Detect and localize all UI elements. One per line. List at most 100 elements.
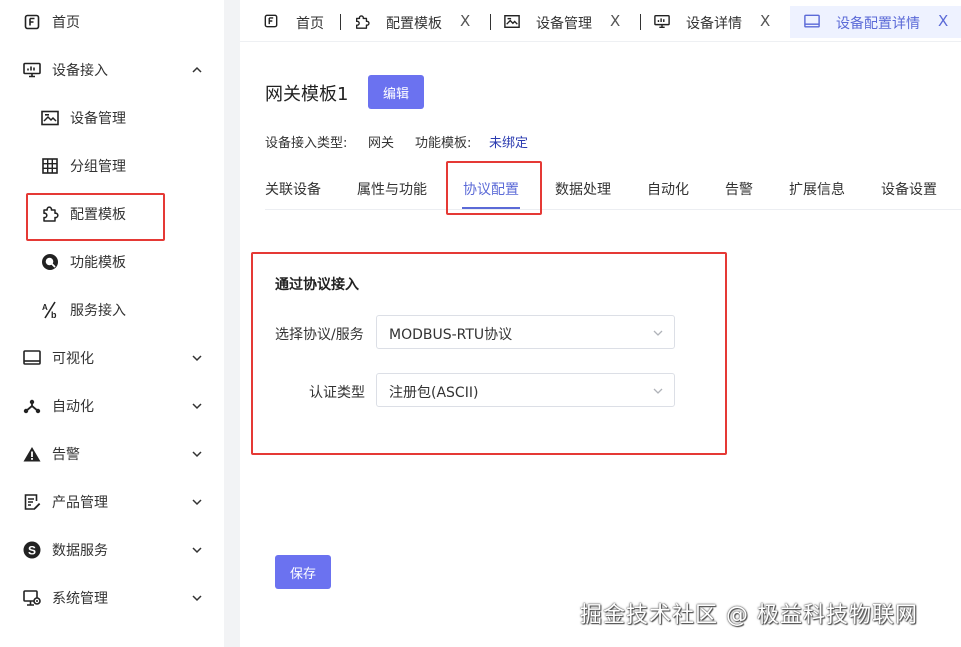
sidebar-item-automation[interactable]: 自动化 xyxy=(0,386,224,426)
save-button[interactable]: 保存 xyxy=(275,555,331,589)
protocol-select[interactable]: MODBUS-RTU协议 xyxy=(376,315,675,349)
sidebar-item-label: 告警 xyxy=(52,447,80,463)
sidebar-item-label: 数据服务 xyxy=(52,543,108,559)
chevron-down-icon xyxy=(652,385,664,397)
monitor-icon xyxy=(654,14,670,30)
tab-separator xyxy=(640,14,641,30)
sidebar-item-label: 配置模板 xyxy=(70,207,126,223)
sidebar-item-visualization[interactable]: 可视化 xyxy=(0,338,224,378)
monitor-icon xyxy=(22,60,42,80)
sidebar-item-group-management[interactable]: 分组管理 xyxy=(0,146,224,186)
detail-tabs: 关联设备 属性与功能 协议配置 数据处理 自动化 告警 扩展信息 设备设置 xyxy=(265,160,961,210)
chevron-down-icon xyxy=(190,591,204,605)
tab-home[interactable]: 首页 xyxy=(258,6,338,38)
document-edit-icon xyxy=(22,492,42,512)
tab-bar: 首页 配置模板 X 设备管理 X 设备详情 X 设备配置详情 X xyxy=(240,0,961,42)
chevron-up-icon xyxy=(190,63,204,77)
tab-protocol-config[interactable]: 协议配置 xyxy=(463,179,519,199)
tab-separator xyxy=(490,14,491,30)
sidebar: 首页 设备接入 设备管理 分组管理 配置模板 功能模板 A b 服务接入 可视化… xyxy=(0,0,224,647)
tab-separator xyxy=(340,14,341,30)
auth-type-select-value: 注册包(ASCII) xyxy=(389,385,479,401)
puzzle-icon xyxy=(354,14,370,30)
tab-alarm[interactable]: 告警 xyxy=(725,179,753,199)
screen-icon xyxy=(804,14,820,30)
screen-icon xyxy=(22,348,42,368)
app-window: 首页 设备接入 设备管理 分组管理 配置模板 功能模板 A b 服务接入 可视化… xyxy=(0,0,961,647)
tab-linked-devices[interactable]: 关联设备 xyxy=(265,179,321,199)
image-icon xyxy=(40,108,60,128)
sidebar-item-label: 首页 xyxy=(52,15,80,31)
sidebar-item-config-template[interactable]: 配置模板 xyxy=(0,194,224,234)
sidebar-item-product-management[interactable]: 产品管理 xyxy=(0,482,224,522)
chevron-down-icon xyxy=(652,327,664,339)
function-template-label: 功能模板: xyxy=(415,136,472,151)
section-title: 通过协议接入 xyxy=(275,277,359,293)
chevron-down-icon xyxy=(190,495,204,509)
access-type-value: 网关 xyxy=(368,136,395,151)
sidebar-item-label: 服务接入 xyxy=(70,303,126,319)
svg-text:b: b xyxy=(51,310,57,319)
edit-button[interactable]: 编辑 xyxy=(368,75,424,109)
sidebar-divider xyxy=(224,0,240,647)
warning-icon xyxy=(22,444,42,464)
sidebar-item-label: 设备管理 xyxy=(70,111,126,127)
tab-device-config-detail[interactable]: 设备配置详情 X xyxy=(790,6,961,38)
auth-type-select[interactable]: 注册包(ASCII) xyxy=(376,373,675,407)
sidebar-item-label: 可视化 xyxy=(52,351,94,367)
active-tab-indicator xyxy=(462,207,520,209)
tab-extended-info[interactable]: 扩展信息 xyxy=(789,179,845,199)
chevron-down-icon xyxy=(190,399,204,413)
tab-label: 设备管理 xyxy=(536,16,592,32)
tab-label: 配置模板 xyxy=(386,16,442,32)
circle-icon xyxy=(40,252,60,272)
tab-device-management[interactable]: 设备管理 X xyxy=(498,6,628,38)
protocol-label: 选择协议/服务 xyxy=(275,327,364,343)
settings-monitor-icon xyxy=(22,588,42,608)
sidebar-item-label: 产品管理 xyxy=(52,495,108,511)
sidebar-item-device-access[interactable]: 设备接入 xyxy=(0,50,224,90)
tab-label: 设备配置详情 xyxy=(836,16,920,32)
tab-config-template[interactable]: 配置模板 X xyxy=(348,6,478,38)
close-icon[interactable]: X xyxy=(610,12,620,30)
image-icon xyxy=(504,14,520,30)
sidebar-item-service-access[interactable]: Ab 服务接入 xyxy=(0,290,224,330)
chevron-down-icon xyxy=(190,447,204,461)
tab-data-processing[interactable]: 数据处理 xyxy=(555,179,611,199)
close-icon[interactable]: X xyxy=(460,12,470,30)
home-icon xyxy=(22,12,42,32)
page-title: 网关模板1 xyxy=(265,84,349,105)
sidebar-item-device-management[interactable]: 设备管理 xyxy=(0,98,224,138)
home-icon xyxy=(264,14,280,30)
protocol-select-value: MODBUS-RTU协议 xyxy=(389,327,513,343)
sidebar-item-label: 设备接入 xyxy=(52,63,108,79)
sidebar-item-data-service[interactable]: S 数据服务 xyxy=(0,530,224,570)
tab-properties-functions[interactable]: 属性与功能 xyxy=(357,179,427,199)
function-template-value[interactable]: 未绑定 xyxy=(489,132,528,151)
sidebar-item-label: 分组管理 xyxy=(70,159,126,175)
grid-icon xyxy=(40,156,60,176)
sidebar-item-home[interactable]: 首页 xyxy=(0,2,224,42)
sidebar-item-function-template[interactable]: 功能模板 xyxy=(0,242,224,282)
branch-icon xyxy=(22,396,42,416)
tab-label: 设备详情 xyxy=(686,16,742,32)
tab-device-detail[interactable]: 设备详情 X xyxy=(648,6,778,38)
sidebar-item-label: 系统管理 xyxy=(52,591,108,607)
chevron-down-icon xyxy=(190,351,204,365)
tab-label: 首页 xyxy=(296,16,324,32)
puzzle-icon xyxy=(40,204,60,224)
main-content: 网关模板1 编辑 设备接入类型: 网关 功能模板: 未绑定 关联设备 属性与功能… xyxy=(240,42,961,647)
svg-text:S: S xyxy=(28,544,36,558)
ab-icon: Ab xyxy=(40,300,60,320)
auth-type-label: 认证类型 xyxy=(309,385,365,401)
tab-automation[interactable]: 自动化 xyxy=(647,179,689,199)
svg-text:A: A xyxy=(42,303,48,312)
sidebar-item-label: 自动化 xyxy=(52,399,94,415)
sidebar-item-alarm[interactable]: 告警 xyxy=(0,434,224,474)
watermark: 掘金技术社区 @ 极益科技物联网 xyxy=(580,603,918,628)
close-icon[interactable]: X xyxy=(760,12,770,30)
close-icon[interactable]: X xyxy=(938,12,948,30)
sidebar-item-system-management[interactable]: 系统管理 xyxy=(0,578,224,618)
s-circle-icon: S xyxy=(22,540,42,560)
tab-device-settings[interactable]: 设备设置 xyxy=(881,179,937,199)
